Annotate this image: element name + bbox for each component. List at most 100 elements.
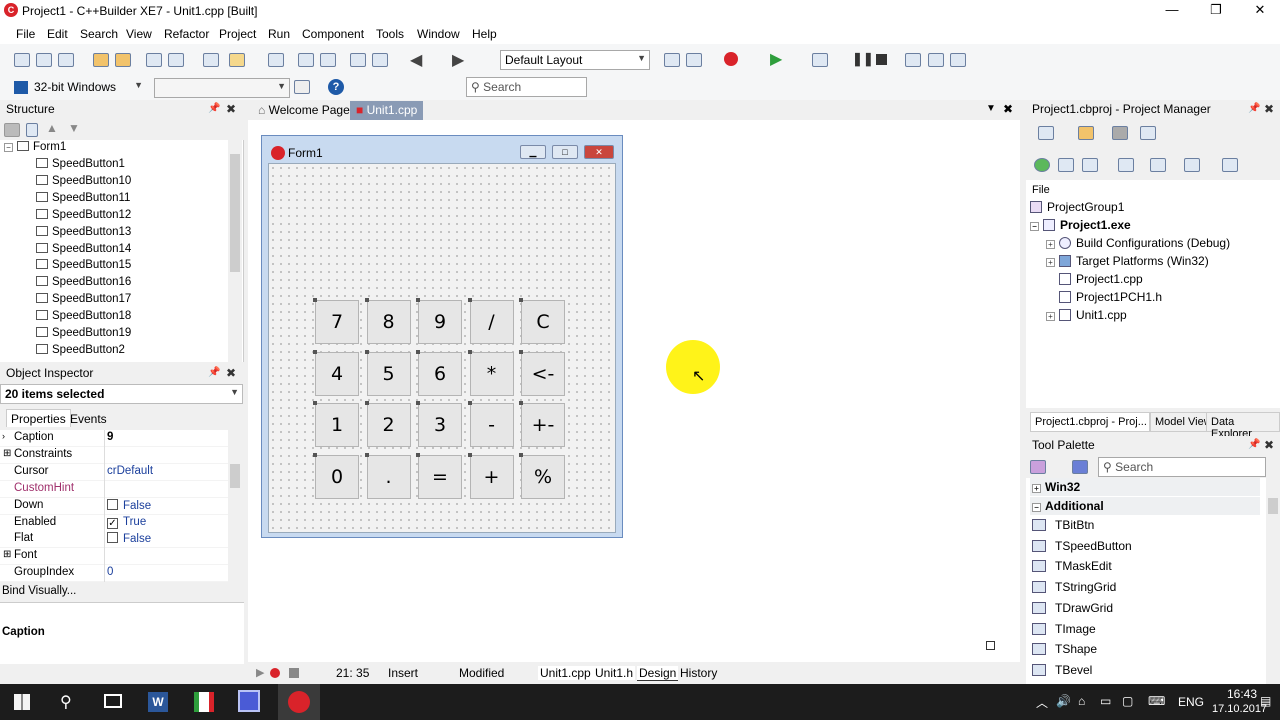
category-additional[interactable]: − Additional [1030,497,1260,515]
tree-item-speedbutton[interactable]: SpeedButton16 [36,276,131,293]
tab-unit1-h-bottom[interactable]: Unit1.h [593,666,636,680]
property-row[interactable]: ⊞ Constraints [0,446,228,464]
calculator-button[interactable]: 3 [416,401,462,447]
tree-item-speedbutton[interactable]: SpeedButton18 [36,310,131,327]
menu-tools[interactable]: Tools [376,27,404,41]
tab-events[interactable]: Events [66,410,111,428]
calculator-button[interactable]: . [364,452,411,499]
collapse-icon[interactable]: − [1030,222,1039,231]
calculator-button[interactable]: + [467,452,514,499]
chevron-up-icon[interactable]: ︿ [1036,694,1048,711]
checkbox-icon[interactable] [107,532,118,544]
calculator-button[interactable]: 8 [364,298,411,344]
layout-combo[interactable]: Default Layout ▼ [500,50,650,70]
pin-icon[interactable]: 📌 [1248,103,1260,114]
activate-config-icon[interactable] [294,80,310,94]
property-value[interactable]: crDefault [107,465,153,477]
calculator-button[interactable]: / [467,298,514,344]
print-icon[interactable] [168,53,184,67]
expand-icon[interactable]: ⊞ [3,549,11,560]
palette-categories-icon[interactable] [1030,460,1046,474]
stop-macro-icon[interactable] [289,668,299,678]
clock-date[interactable]: 17.10.2017 [1212,703,1267,715]
calculator-button[interactable]: 9 [416,298,462,344]
project-cpp-row[interactable]: Project1.cpp [1059,272,1143,290]
tree-item-speedbutton[interactable]: SpeedButton13 [36,225,131,243]
nonvisual-toggle-icon[interactable] [986,641,995,650]
palette-item[interactable]: TBitBtn [1032,518,1094,538]
property-value[interactable]: False [107,498,151,512]
help-icon[interactable]: ? [328,79,344,95]
wps-icon[interactable] [194,692,214,712]
calculator-button[interactable]: 5 [364,349,411,396]
tree-item-speedbutton[interactable]: SpeedButton2 [36,343,125,361]
palette-scrollbar[interactable] [1266,478,1280,684]
calculator-button[interactable]: 2 [364,401,411,447]
palette-item[interactable]: TMaskEdit [1032,559,1112,579]
scroll-thumb[interactable] [230,464,240,488]
tab-data-explorer[interactable]: Data Explorer [1206,412,1280,440]
tab-dropdown-icon[interactable]: ▼ [986,103,996,114]
save-floppy-icon[interactable] [238,690,260,712]
calculator-button[interactable]: = [416,452,462,499]
expand-icon[interactable]: + [1046,258,1055,267]
property-row[interactable]: Down False [0,497,228,515]
target-platforms-row[interactable]: + Target Platforms (Win32) [1046,254,1209,272]
open-folder-icon[interactable] [1078,126,1094,140]
expand-icon[interactable]: + [1032,484,1041,493]
structure-scrollbar[interactable] [228,140,242,362]
property-value[interactable]: 9 [107,431,113,443]
collapse-icon[interactable]: − [1032,503,1041,512]
calculator-button[interactable]: % [519,452,565,499]
new-items-icon[interactable] [36,53,52,67]
selection-combo[interactable]: 20 items selected ▼ [0,384,243,404]
tree-item-speedbutton[interactable]: SpeedButton19 [36,327,131,344]
remove-file-icon[interactable] [372,53,388,67]
new-project-icon[interactable] [203,53,219,67]
calculator-button[interactable]: C [519,298,565,344]
network-icon[interactable]: ⌂ [1078,694,1085,708]
pin-icon[interactable]: 📌 [208,103,220,114]
add-file-icon[interactable] [350,53,366,67]
unit1-cpp-row[interactable]: + Unit1.cpp [1046,308,1127,326]
toolbar-search-input[interactable]: ⚲ Search [466,77,587,97]
palette-search-input[interactable]: ⚲ Search [1098,457,1266,477]
windows-start-icon[interactable] [14,694,30,710]
property-row[interactable]: CustomHint [0,480,228,498]
calculator-button[interactable]: - [467,401,514,447]
tree-item-speedbutton[interactable]: SpeedButton12 [36,208,131,226]
stop-icon[interactable] [876,54,887,65]
tab-unit1-cpp-bottom[interactable]: Unit1.cpp [538,666,593,680]
tab-welcome-page[interactable]: ⌂ Welcome Page [252,101,356,120]
calculator-button[interactable]: * [467,349,514,396]
tab-properties[interactable]: Properties [6,409,71,427]
play-macro-icon[interactable]: ▶ [256,666,264,679]
task-view-icon[interactable] [104,694,122,708]
close-panel-icon[interactable]: ✖ [1264,438,1274,452]
calculator-button[interactable]: 7 [313,298,359,344]
menu-search[interactable]: Search [80,27,118,41]
calculator-button[interactable]: 4 [313,349,359,396]
menu-help[interactable]: Help [472,27,497,41]
calculator-button[interactable]: 6 [416,349,462,396]
expand-icon[interactable]: + [1046,240,1055,249]
sort-icon[interactable] [1118,158,1134,172]
action-center-icon[interactable]: ▤ [1260,694,1271,708]
volume-icon[interactable]: 🔊 [1056,694,1071,708]
tree-root-form1[interactable]: − Form1 [4,141,66,158]
property-value[interactable]: 0 [107,566,113,578]
property-row[interactable]: Flat False [0,531,228,549]
pin-icon[interactable]: 📌 [208,367,220,378]
menu-file[interactable]: File [16,27,35,41]
tab-design[interactable]: Design [637,666,679,681]
pch-header-row[interactable]: Project1PCH1.h [1059,290,1162,308]
open-project-icon[interactable] [229,53,245,67]
close-panel-icon[interactable]: ✖ [226,102,236,116]
keyboard-icon[interactable]: ⌨ [1148,694,1165,708]
close-tab-icon[interactable]: ✖ [1003,102,1013,116]
menu-run[interactable]: Run [268,27,290,41]
show-in-explorer-icon[interactable] [1112,126,1128,140]
menu-view[interactable]: View [126,27,152,41]
collapse-icon[interactable]: − [4,143,13,152]
record-macro-icon[interactable] [270,668,280,678]
